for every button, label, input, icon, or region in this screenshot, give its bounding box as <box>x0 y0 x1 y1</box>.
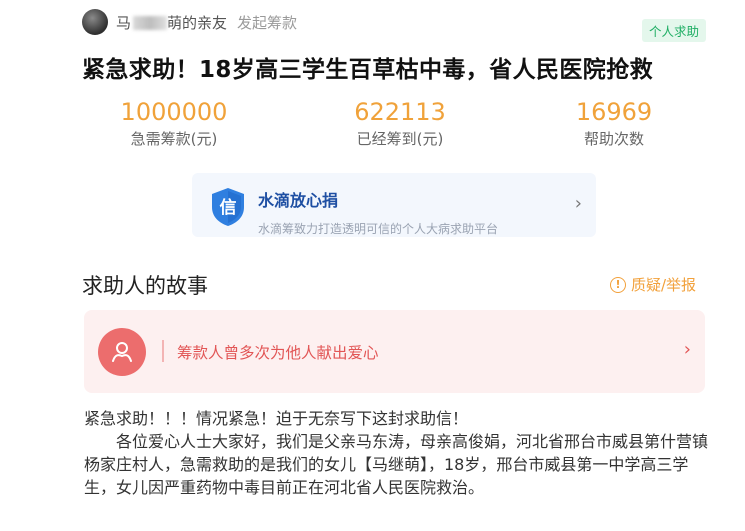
warning-icon: ! <box>610 276 626 293</box>
trust-card-subtitle: 水滴筹致力打造透明可信的个人大病求助平台 <box>258 222 499 236</box>
shield-icon: 信 <box>212 188 244 226</box>
trust-card-title: 水滴放心捐 <box>258 191 339 210</box>
story-paragraph: 各位爱心人士大家好，我们是父亲马东涛，母亲高俊娟，河北省邢台市威县第什营镇杨家庄… <box>84 432 709 497</box>
report-label: 质疑/举报 <box>631 276 697 294</box>
heart-hand-icon <box>98 328 146 376</box>
category-tag: 个人求助 <box>642 19 707 42</box>
report-link[interactable]: ! 质疑/举报 <box>610 274 696 295</box>
initiator-name[interactable]: 马 萌的亲友 <box>116 12 227 33</box>
fundraiser-header: 马 萌的亲友 发起筹款 <box>82 8 297 36</box>
stat-value: 622113 <box>354 98 446 126</box>
stat-target: 1000000 急需筹款(元) <box>99 98 249 149</box>
story-section-title: 求助人的故事 <box>82 274 208 298</box>
name-mask <box>133 16 168 30</box>
shield-icon-text: 信 <box>220 197 237 218</box>
chevron-right-icon[interactable]: › <box>575 193 582 214</box>
trust-card[interactable]: 信 水滴放心捐 水滴筹致力打造透明可信的个人大病求助平台 › <box>192 173 596 237</box>
initiator-name-suffix: 萌的亲友 <box>167 13 228 32</box>
stat-raised: 622113 已经筹到(元) <box>325 98 475 149</box>
chevron-right-icon: › <box>683 339 691 360</box>
story-heading-line: 紧急求助！！！情况紧急！迫于无奈写下这封求助信！ <box>84 409 469 428</box>
stat-label: 已经筹到(元) <box>356 130 444 148</box>
donor-notice-banner[interactable]: 筹款人曾多次为他人献出爱心 › <box>84 310 705 393</box>
stat-label: 急需筹款(元) <box>130 130 218 148</box>
stat-value: 1000000 <box>120 98 228 126</box>
stat-value: 16969 <box>575 98 653 126</box>
stat-help-count: 16969 帮助次数 <box>539 98 689 149</box>
stats-row: 1000000 急需筹款(元) 622113 已经筹到(元) 16969 帮助次… <box>82 98 707 154</box>
page-title: 紧急求助！18岁高三学生百草枯中毒，省人民医院抢救 <box>82 57 654 83</box>
stat-label: 帮助次数 <box>583 130 644 148</box>
notice-divider <box>162 340 164 362</box>
notice-text: 筹款人曾多次为他人献出爱心 <box>177 344 379 362</box>
initiated-label: 发起筹款 <box>237 13 298 32</box>
initiator-name-first: 马 <box>116 13 132 32</box>
story-body: 紧急求助！！！情况紧急！迫于无奈写下这封求助信！ 各位爱心人士大家好，我们是父亲… <box>84 407 709 499</box>
avatar[interactable] <box>82 9 108 35</box>
